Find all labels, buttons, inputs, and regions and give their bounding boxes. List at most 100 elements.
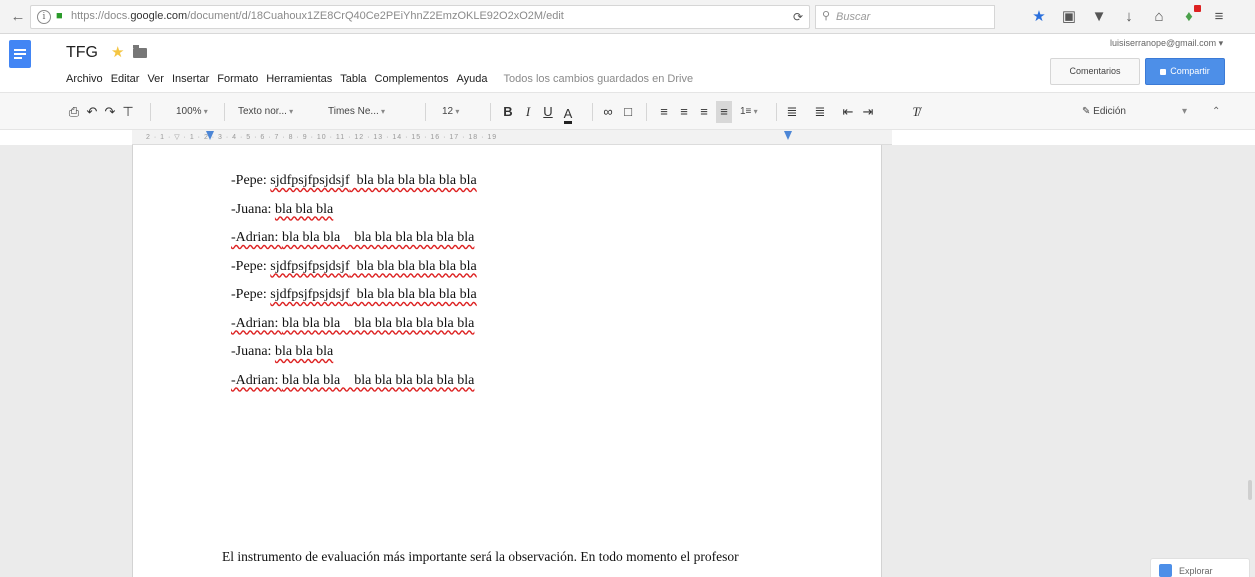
dialogue-line[interactable]: -Juana: bla bla bla xyxy=(231,200,477,229)
reload-icon[interactable]: ⟳ xyxy=(793,10,803,24)
account-email[interactable]: luisiserranope@gmail.com ▾ xyxy=(1110,38,1223,49)
comments-button[interactable]: Comentarios xyxy=(1050,58,1140,85)
clipboard-icon[interactable]: ▣ xyxy=(1060,8,1078,26)
document-page[interactable]: -Pepe: sjdfpsjfpsjdsjf bla bla bla bla b… xyxy=(132,145,882,577)
mode-dropdown-icon[interactable]: ▾ xyxy=(1182,101,1187,123)
addon-badge xyxy=(1194,5,1201,12)
download-icon[interactable]: ↓ xyxy=(1120,8,1138,26)
search-box[interactable]: ⚲ Buscar xyxy=(815,5,995,29)
align-justify-icon[interactable]: ≡ xyxy=(716,101,732,123)
misspelled-word[interactable]: sjdfpsjfpsjdsjf xyxy=(270,287,349,302)
line-text: bla bla bla bla bla bla xyxy=(349,173,477,188)
link-icon[interactable]: ∞ xyxy=(600,101,616,123)
line-text: bla bla bla bla bla bla bla bla bla xyxy=(281,372,475,388)
dialogue-line[interactable]: -Juana: bla bla bla xyxy=(231,342,477,371)
docs-logo-icon[interactable] xyxy=(9,40,31,68)
back-arrow-icon[interactable]: ← xyxy=(8,8,28,26)
zoom-select[interactable]: 100% xyxy=(176,101,208,123)
lock-icon: ■ xyxy=(56,10,63,22)
share-label: Compartir xyxy=(1170,66,1210,76)
menu-tabla[interactable]: Tabla xyxy=(340,73,366,85)
speaker-label: -Pepe: xyxy=(231,287,271,302)
font-size-select[interactable]: 12 xyxy=(442,101,459,123)
bookmark-star-icon[interactable]: ★ xyxy=(1030,8,1048,26)
decrease-indent-icon[interactable]: ⇤ xyxy=(840,101,856,123)
align-right-icon[interactable]: ≡ xyxy=(696,101,712,123)
bulleted-list-icon[interactable]: ≣ xyxy=(812,101,828,123)
font-select[interactable]: Times Ne... xyxy=(328,101,385,123)
separator xyxy=(224,103,225,121)
ruler[interactable]: 2 · 1 · ▽ · 1 · 2 · 3 · 4 · 5 · 6 · 7 · … xyxy=(132,130,892,145)
clear-formatting-icon[interactable]: T̸ xyxy=(908,101,924,123)
document-title[interactable]: TFG xyxy=(66,44,98,62)
menu-complementos[interactable]: Complementos xyxy=(375,73,449,85)
speaker-label: -Adrian: xyxy=(231,230,282,245)
menu-ayuda[interactable]: Ayuda xyxy=(457,73,488,85)
docs-header: TFG ★ Archivo Editar Ver Insertar Format… xyxy=(0,34,1255,92)
paint-format-icon[interactable]: ⊤ xyxy=(120,101,136,123)
undo-icon[interactable]: ↶ xyxy=(84,101,100,123)
separator xyxy=(592,103,593,121)
dialogue-line[interactable]: -Pepe: sjdfpsjfpsjdsjf bla bla bla bla b… xyxy=(231,257,477,286)
line-text: bla bla bla bla bla bla xyxy=(349,287,477,302)
search-icon: ⚲ xyxy=(822,10,831,22)
italic-button[interactable]: I xyxy=(520,101,536,123)
line-text: bla bla bla bla bla bla bla bla bla xyxy=(281,315,475,331)
speaker-label: -Adrian: xyxy=(231,315,282,331)
text-color-button[interactable]: A xyxy=(560,103,576,125)
separator xyxy=(646,103,647,121)
menu-insertar[interactable]: Insertar xyxy=(172,73,209,85)
speaker-label: -Juana: xyxy=(231,201,275,217)
style-select[interactable]: Texto nor... xyxy=(238,101,293,123)
increase-indent-icon[interactable]: ⇥ xyxy=(860,101,876,123)
pocket-icon[interactable]: ▼ xyxy=(1090,8,1108,26)
misspelled-word[interactable]: sjdfpsjfpsjdsjf xyxy=(270,259,349,274)
folder-icon[interactable] xyxy=(133,45,147,58)
share-button[interactable]: Compartir xyxy=(1145,58,1225,85)
line-text: bla bla bla xyxy=(274,201,334,217)
ruler-ticks: 2 · 1 · ▽ · 1 · 2 · 3 · 4 · 5 · 6 · 7 · … xyxy=(146,134,498,141)
star-icon[interactable]: ★ xyxy=(111,43,124,61)
explore-label: Explorar xyxy=(1179,566,1213,576)
print-icon[interactable]: ⎙ xyxy=(66,101,82,123)
addon-icon[interactable]: ♦ xyxy=(1180,5,1201,26)
redo-icon[interactable]: ↷ xyxy=(102,101,118,123)
browser-toolbar: ← i ■ https://docs.google.com/document/d… xyxy=(0,0,1255,34)
info-icon[interactable]: i xyxy=(37,10,51,24)
collapse-icon[interactable]: ⌃ xyxy=(1212,101,1220,123)
dialogue-line[interactable]: -Pepe: sjdfpsjfpsjdsjf bla bla bla bla b… xyxy=(231,285,477,314)
menu-editar[interactable]: Editar xyxy=(111,73,140,85)
speaker-label: -Pepe: xyxy=(231,258,271,274)
right-indent-marker[interactable] xyxy=(784,131,792,140)
line-text: bla bla bla xyxy=(274,344,334,359)
bold-button[interactable]: B xyxy=(500,101,516,123)
dialogue-line[interactable]: -Adrian: bla bla bla bla bla bla bla bla… xyxy=(231,371,477,400)
explore-icon xyxy=(1159,564,1172,577)
hamburger-menu-icon[interactable]: ≡ xyxy=(1210,8,1228,26)
explore-button[interactable]: Explorar xyxy=(1150,558,1250,577)
address-bar[interactable]: i ■ https://docs.google.com/document/d/1… xyxy=(30,5,810,29)
save-status[interactable]: Todos los cambios guardados en Drive xyxy=(504,73,694,85)
home-icon[interactable]: ⌂ xyxy=(1150,8,1168,26)
dialogue-line[interactable]: -Pepe: sjdfpsjfpsjdsjf bla bla bla bla b… xyxy=(231,171,477,200)
numbered-list-icon[interactable]: ≣ xyxy=(784,101,800,123)
menu-herramientas[interactable]: Herramientas xyxy=(266,73,332,85)
search-placeholder: Buscar xyxy=(836,11,871,23)
url-text[interactable]: https://docs.google.com/document/d/18Cua… xyxy=(71,10,564,22)
menu-ver[interactable]: Ver xyxy=(147,73,164,85)
menu-archivo[interactable]: Archivo xyxy=(66,73,103,85)
misspelled-word[interactable]: sjdfpsjfpsjdsjf xyxy=(270,173,349,188)
align-left-icon[interactable]: ≡ xyxy=(656,101,672,123)
document-canvas: -Pepe: sjdfpsjfpsjdsjf bla bla bla bla b… xyxy=(0,145,1255,577)
scrollbar-thumb[interactable] xyxy=(1248,480,1252,500)
dialogue-line[interactable]: -Adrian: bla bla bla bla bla bla bla bla… xyxy=(231,314,477,343)
menu-formato[interactable]: Formato xyxy=(217,73,258,85)
editing-mode-select[interactable]: ✎ Edición xyxy=(1082,101,1126,123)
body-paragraph[interactable]: El instrumento de evaluación más importa… xyxy=(222,549,739,565)
align-center-icon[interactable]: ≡ xyxy=(676,101,692,123)
dialogue-line[interactable]: -Adrian: bla bla bla bla bla bla bla bla… xyxy=(231,228,477,257)
comment-icon[interactable]: □ xyxy=(620,101,636,123)
dialogue-block[interactable]: -Pepe: sjdfpsjfpsjdsjf bla bla bla bla b… xyxy=(231,171,477,399)
line-spacing-select[interactable]: 1≡ xyxy=(740,101,758,123)
underline-button[interactable]: U xyxy=(540,101,556,123)
